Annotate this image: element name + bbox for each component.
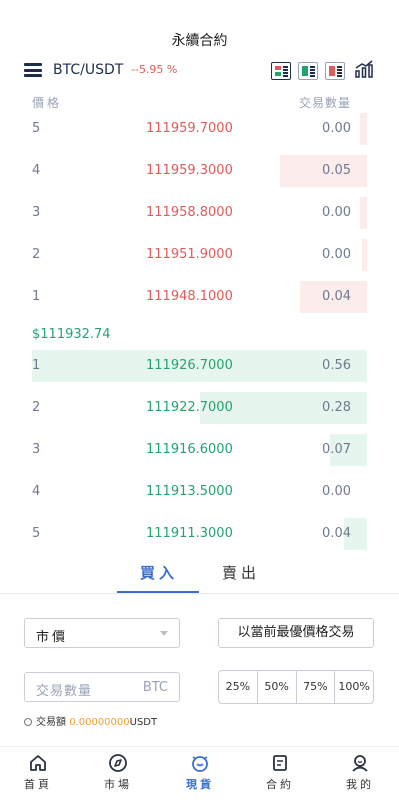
bottom-nav: 首頁 市場 現貨 合約 我的 (0, 746, 399, 800)
order-price: 111916.6000 (146, 442, 233, 457)
header-qty: 交易數量 (298, 96, 351, 110)
order-price: 111951.9000 (146, 247, 233, 262)
tab-buy[interactable]: 買入 (140, 562, 178, 583)
trade-amount: 交易額 0.00000000USDT (24, 713, 157, 728)
header-price: 價格 (32, 96, 63, 110)
order-qty: 0.28 (322, 400, 351, 415)
order-idx: 2 (32, 400, 41, 415)
nav-profile[interactable]: 我的 (330, 753, 390, 792)
pair-bar: BTC/USDT --5.95 % (0, 60, 399, 82)
percent-25-button[interactable]: 25% (219, 671, 258, 703)
nav-home-label: 首頁 (24, 778, 52, 791)
contract-icon (273, 755, 287, 771)
orderbook-header: 價格 交易數量 (0, 94, 399, 110)
order-qty: 0.56 (322, 358, 351, 373)
sell-order-row[interactable]: 4 111959.3000 0.05 (0, 155, 399, 187)
order-qty: 0.00 (322, 121, 351, 136)
depth-bar (360, 113, 367, 145)
nav-contract-label: 合約 (266, 778, 294, 791)
sell-order-row[interactable]: 5 111959.7000 0.00 (0, 113, 399, 145)
nav-home[interactable]: 首頁 (8, 753, 68, 792)
percent-50-button[interactable]: 50% (258, 671, 297, 703)
order-idx: 2 (32, 247, 41, 262)
pair-symbol[interactable]: BTC/USDT (53, 62, 123, 78)
quantity-placeholder: 交易數量 (36, 684, 93, 699)
quantity-unit: BTC (142, 680, 168, 695)
last-price: $111932.74 (32, 327, 111, 342)
amount-label: 交易額 (36, 717, 66, 728)
buy-order-row[interactable]: 2 111922.7000 0.28 (0, 392, 399, 424)
order-idx: 1 (32, 289, 41, 304)
order-qty: 0.04 (322, 526, 351, 541)
chevron-down-icon (160, 631, 168, 636)
quantity-input[interactable]: 交易數量 BTC (24, 672, 180, 702)
sell-order-row[interactable]: 3 111958.8000 0.00 (0, 197, 399, 229)
order-price: 111948.1000 (146, 289, 233, 304)
sell-order-row[interactable]: 1 111948.1000 0.04 (0, 281, 399, 313)
order-price: 111926.7000 (146, 358, 233, 373)
nav-contract[interactable]: 合約 (250, 753, 310, 792)
best-price-button[interactable]: 以當前最優價格交易 (218, 618, 374, 648)
nav-market[interactable]: 市場 (88, 753, 148, 792)
nav-profile-label: 我的 (346, 778, 374, 791)
order-idx: 4 (32, 484, 41, 499)
order-price: 111922.7000 (146, 400, 233, 415)
spot-icon (192, 756, 208, 772)
order-price: 111913.5000 (146, 484, 233, 499)
orderbook-sell-icon[interactable] (325, 62, 345, 80)
market-icon (109, 754, 127, 772)
nav-spot[interactable]: 現貨 (170, 753, 230, 792)
buy-order-row[interactable]: 3 111916.6000 0.07 (0, 434, 399, 466)
order-idx: 5 (32, 526, 41, 541)
amount-radio-icon[interactable] (24, 718, 32, 726)
amount-value: 0.00000000 (69, 717, 130, 728)
percent-group: 25% 50% 75% 100% (218, 670, 374, 704)
buy-order-row[interactable]: 1 111926.7000 0.56 (0, 350, 399, 382)
order-qty: 0.00 (322, 247, 351, 262)
home-icon (30, 755, 46, 771)
amount-unit: USDT (129, 717, 158, 728)
order-idx: 1 (32, 358, 41, 373)
nav-spot-label: 現貨 (186, 778, 214, 791)
order-price: 111958.8000 (146, 205, 233, 220)
order-idx: 4 (32, 163, 41, 178)
order-idx: 3 (32, 442, 41, 457)
order-qty: 0.00 (322, 205, 351, 220)
hamburger-menu-icon[interactable] (24, 63, 42, 77)
trade-tabs: 買入 賣出 (0, 562, 399, 594)
chart-icon[interactable] (355, 60, 373, 78)
tab-sell[interactable]: 賣出 (222, 562, 260, 583)
nav-market-label: 市場 (104, 778, 132, 791)
buy-order-row[interactable]: 4 111913.5000 0.00 (0, 476, 399, 508)
order-qty: 0.07 (322, 442, 351, 457)
page-title: 永續合約 (171, 33, 228, 49)
buy-order-row[interactable]: 5 111911.3000 0.04 (0, 518, 399, 550)
orderbook-buy-icon[interactable] (298, 62, 318, 80)
order-idx: 3 (32, 205, 41, 220)
orderbook-both-icon[interactable] (271, 62, 291, 80)
sell-order-row[interactable]: 2 111951.9000 0.00 (0, 239, 399, 271)
depth-bar (362, 239, 367, 271)
percent-100-button[interactable]: 100% (335, 671, 373, 703)
percent-75-button[interactable]: 75% (297, 671, 336, 703)
order-idx: 5 (32, 121, 41, 136)
order-qty: 0.00 (322, 484, 351, 499)
order-qty: 0.05 (322, 163, 351, 178)
tab-underline (117, 591, 199, 593)
order-qty: 0.04 (322, 289, 351, 304)
profile-icon (352, 755, 368, 772)
order-price: 111959.3000 (146, 163, 233, 178)
order-type-select[interactable]: 市價 (24, 618, 180, 648)
depth-bar (360, 197, 367, 229)
order-price: 111911.3000 (146, 526, 233, 541)
pair-change: --5.95 % (131, 63, 178, 76)
order-price: 111959.7000 (146, 121, 233, 136)
order-type-value: 市價 (36, 630, 69, 645)
